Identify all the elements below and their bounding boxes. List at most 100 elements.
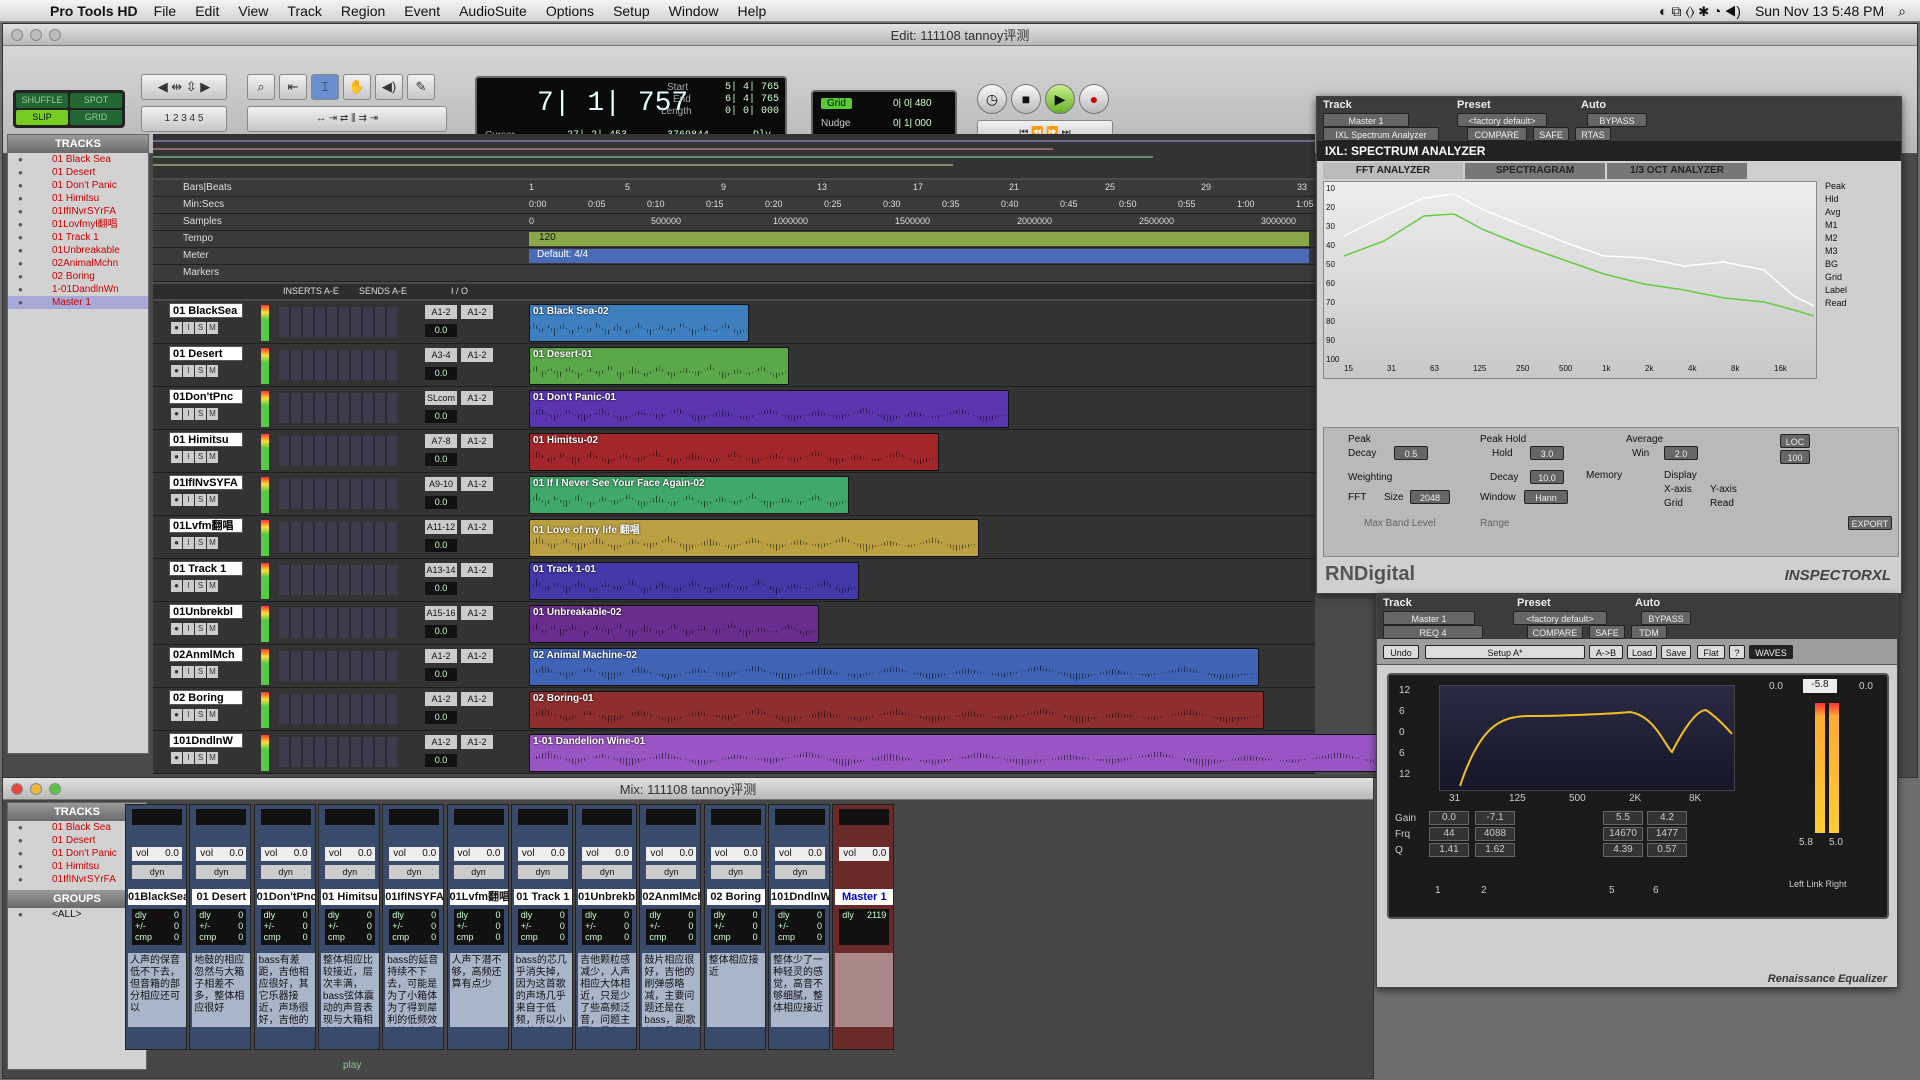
strip-name[interactable]: 01Unbrekbl — [578, 889, 637, 905]
compare-button[interactable]: COMPARE — [1467, 127, 1527, 141]
legend-item[interactable]: Avg — [1825, 207, 1895, 220]
solo-button[interactable]: S — [195, 365, 206, 377]
zoom-buttons[interactable]: ◀ ⇹ ⇳ ▶ — [141, 74, 227, 100]
mute-button[interactable]: M — [207, 580, 218, 592]
track-name[interactable]: 01 Desert — [169, 346, 243, 361]
decay-value[interactable]: 0.5 — [1394, 446, 1428, 460]
audio-region[interactable]: 1-01 Dandelion Wine-01 — [529, 734, 1429, 772]
legend-item[interactable]: Grid — [1825, 272, 1895, 285]
strip-volume[interactable]: vol 0.0 — [582, 847, 633, 861]
scrubber-tool-icon[interactable]: ◀) — [375, 74, 403, 100]
track-list-item[interactable]: 01IfINvrSYrFA — [8, 205, 148, 218]
band-number[interactable]: 6 — [1653, 885, 1659, 896]
tempo-ruler[interactable]: Tempo 120 — [153, 231, 1315, 248]
insert-slots[interactable] — [279, 522, 397, 552]
zoomer-tool-icon[interactable]: ⌕ — [247, 74, 275, 100]
dyn-button[interactable]: dyn — [582, 865, 633, 879]
record-enable-button[interactable]: ● — [171, 709, 182, 721]
mix-zoom-button[interactable] — [49, 783, 61, 795]
edit-window-titlebar[interactable]: Edit: 111108 tannoy评测 — [3, 24, 1917, 46]
legend-item[interactable]: BG — [1825, 259, 1895, 272]
record-enable-button[interactable]: ● — [171, 494, 182, 506]
average-checkbox[interactable]: Average — [1626, 434, 1663, 445]
record-enable-button[interactable]: ● — [171, 322, 182, 334]
strip-volume[interactable]: vol 0.0 — [260, 847, 311, 861]
track-volume[interactable]: 0.0 — [425, 324, 457, 337]
input-selector[interactable]: A1-2 — [425, 305, 457, 319]
audio-region[interactable]: 01 Track 1-01 — [529, 562, 859, 600]
track-list-item[interactable]: 02 Boring — [8, 270, 148, 283]
req-safe-button[interactable]: SAFE — [1589, 625, 1625, 639]
grid-mode-button[interactable]: GRID — [70, 110, 122, 125]
band-frq-value[interactable]: 1477 — [1647, 827, 1687, 841]
ab-button[interactable]: A->B — [1589, 645, 1623, 659]
peak-checkbox[interactable]: Peak — [1348, 434, 1371, 445]
hundred-button[interactable]: 100 — [1780, 450, 1810, 464]
solo-button[interactable]: S — [195, 322, 206, 334]
mix-close-button[interactable] — [11, 783, 23, 795]
strip-comment[interactable]: 吉他颗粒感减少，人声相应大体相近，只是少了些高频泛音，问题主要还是在ba — [578, 953, 637, 1027]
audio-region[interactable]: 01 Himitsu-02 — [529, 433, 939, 471]
output-selector[interactable]: A1-2 — [461, 563, 493, 577]
strip-comment[interactable]: 整体少了一种轻灵的感觉，高音不够细腻，整体相应接近 — [771, 953, 829, 1027]
legend-item[interactable]: M2 — [1825, 233, 1895, 246]
track-volume[interactable]: 0.0 — [425, 496, 457, 509]
menu-event[interactable]: Event — [404, 3, 440, 19]
req-track-selector[interactable]: Master 1 — [1383, 611, 1475, 625]
insert-slots[interactable] — [279, 565, 397, 595]
solo-button[interactable]: S — [195, 580, 206, 592]
output-selector[interactable]: A1-2 — [461, 692, 493, 706]
strip-name[interactable]: Master 1 — [835, 889, 894, 905]
dyn-button[interactable]: dyn — [260, 865, 311, 879]
track-list-item[interactable]: 01 Himitsu — [8, 192, 148, 205]
record-enable-button[interactable]: ● — [171, 451, 182, 463]
legend-item[interactable]: Read — [1825, 298, 1895, 311]
legend-item[interactable]: Hld — [1825, 194, 1895, 207]
strip-volume[interactable]: vol 0.0 — [453, 847, 504, 861]
strip-name[interactable]: 01Don'tPnc — [256, 889, 315, 905]
track-volume[interactable]: 0.0 — [425, 453, 457, 466]
menu-region[interactable]: Region — [341, 3, 385, 19]
legend-item[interactable]: M1 — [1825, 220, 1895, 233]
track-list-item[interactable]: 01 Black Sea — [8, 153, 148, 166]
track-name[interactable]: 01Unbrekbl — [169, 604, 243, 619]
status-icons[interactable]: ◐ ⧉ ⟨⟩ ✱ ◔ ◀) — [1659, 3, 1741, 20]
input-button[interactable]: I — [183, 709, 194, 721]
grid-value[interactable]: 0| 0| 480 — [893, 98, 932, 109]
save-button[interactable]: Save — [1661, 645, 1691, 659]
eq-curve-graph[interactable] — [1439, 685, 1735, 791]
req-compare-button[interactable]: COMPARE — [1527, 625, 1583, 639]
dyn-button[interactable]: dyn — [710, 865, 761, 879]
load-button[interactable]: Load — [1627, 645, 1657, 659]
legend-item[interactable]: Peak — [1825, 181, 1895, 194]
band-q-value[interactable]: 1.62 — [1475, 843, 1515, 857]
band-frq-value[interactable]: 4088 — [1475, 827, 1515, 841]
audio-region[interactable]: 01 Black Sea-02 — [529, 304, 749, 342]
slip-mode-button[interactable]: SLIP — [16, 110, 68, 125]
req-bypass-button[interactable]: BYPASS — [1641, 611, 1691, 625]
spectrum-graph[interactable]: 10 20 30 40 50 60 70 80 90 100 15 31 63 125 250 500 1k 2… — [1323, 181, 1817, 379]
menu-options[interactable]: Options — [546, 3, 594, 19]
solo-button[interactable]: S — [195, 709, 206, 721]
input-button[interactable]: I — [183, 408, 194, 420]
strip-comment[interactable]: bass的延音持续不下去，可能是为了小箱体为了得到犀利的低频效果故意缩紧低 — [385, 953, 444, 1027]
strip-name[interactable]: 01 Himitsu — [320, 889, 379, 905]
export-button[interactable]: EXPORT — [1848, 516, 1892, 530]
hold-value[interactable]: 3.0 — [1530, 446, 1564, 460]
setup-name[interactable]: Setup A* — [1425, 645, 1585, 659]
insert-slots[interactable] — [279, 307, 397, 337]
online-button[interactable]: ◷ — [977, 84, 1007, 114]
track-name[interactable]: 01IfINvSYFA — [169, 475, 243, 490]
menu-view[interactable]: View — [238, 3, 268, 19]
strip-name[interactable]: 01Lvfm翻唱 — [449, 889, 508, 905]
safe-button[interactable]: SAFE — [1533, 127, 1569, 141]
input-button[interactable]: I — [183, 494, 194, 506]
mute-button[interactable]: M — [207, 408, 218, 420]
solo-button[interactable]: S — [195, 408, 206, 420]
input-selector[interactable]: A1-2 — [425, 692, 457, 706]
window-value[interactable]: Hann — [1524, 490, 1568, 504]
input-selector[interactable]: A3-4 — [425, 348, 457, 362]
strip-comment[interactable]: bass的芯几乎消失掉，因为这首歌的声场几乎来自于低频，所以小箱的声场 — [513, 953, 572, 1027]
band-number[interactable]: 5 — [1609, 885, 1615, 896]
menu-window[interactable]: Window — [669, 3, 719, 19]
